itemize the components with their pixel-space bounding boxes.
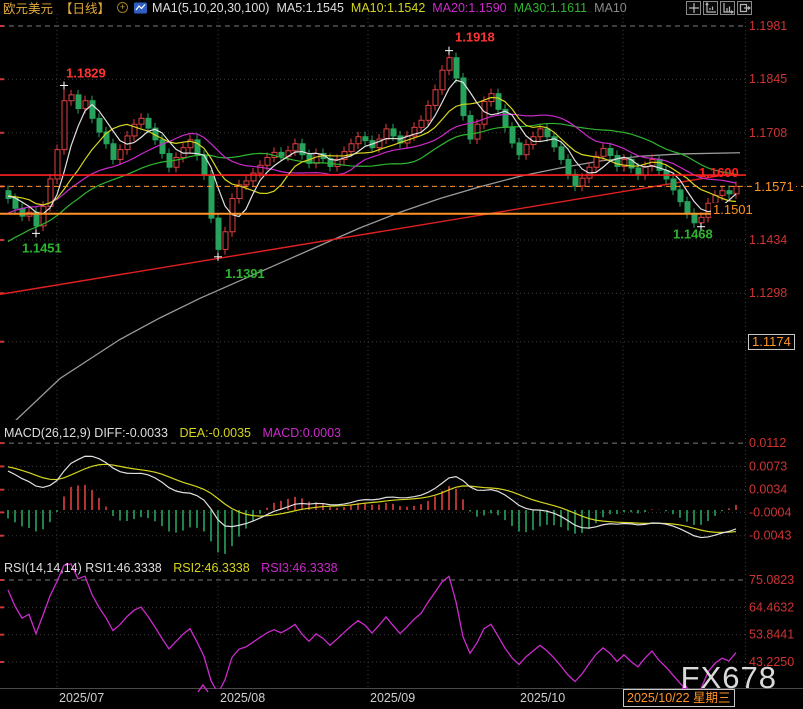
- ma5-value: MA5:1.1545: [276, 1, 343, 15]
- rsi-header: RSI(14,14,14) RSI1:46.3338 RSI2:46.3338 …: [4, 561, 346, 575]
- ma-settings-label: MA1(5,10,20,30,100): [152, 1, 269, 15]
- header-bar: 欧元美元 【日线】 + MA1(5,10,20,30,100) MA5:1.15…: [3, 0, 634, 15]
- svg-text:1.1981: 1.1981: [749, 19, 787, 33]
- chart-toolbar: [684, 1, 752, 15]
- svg-text:75.0823: 75.0823: [749, 573, 794, 587]
- detach-window-icon[interactable]: [737, 1, 752, 15]
- swing-label: 1.1468: [673, 227, 713, 242]
- rsi-line: [8, 564, 736, 696]
- svg-text:-0.0004: -0.0004: [749, 505, 791, 519]
- time-axis-label: 2025/07: [59, 691, 104, 705]
- ma10-value: MA10:1.1542: [351, 1, 425, 15]
- watermark: FX678: [681, 660, 777, 696]
- period-label[interactable]: 【日线】: [60, 0, 110, 17]
- support-level-label[interactable]: 1.1501: [711, 203, 755, 217]
- y-axis-scale-icon[interactable]: [703, 1, 718, 15]
- trendline: [0, 174, 728, 294]
- svg-text:0.0034: 0.0034: [749, 483, 787, 497]
- rsi-panel: [8, 564, 736, 696]
- rsi3-value: RSI3:46.3338: [261, 561, 337, 575]
- boxed-price-label[interactable]: 1.1174: [748, 334, 795, 350]
- svg-text:64.4632: 64.4632: [749, 600, 794, 614]
- ma100-label: MA10: [594, 1, 627, 15]
- macd-header: MACD(26,12,9) DIFF:-0.0033 DEA:-0.0035 M…: [4, 426, 349, 440]
- svg-text:1.1845: 1.1845: [749, 72, 787, 86]
- swing-label: 1.1391: [225, 266, 265, 281]
- symbol-name: 欧元美元: [3, 0, 53, 17]
- macd-title-diff: MACD(26,12,9) DIFF:-0.0033: [4, 426, 168, 440]
- chart-canvas[interactable]: 1.1829 1.1918 1.1451 1.1391 1.1468 1.1981 1.18…: [0, 0, 803, 709]
- price-panel: [0, 51, 740, 436]
- rsi1-value: RSI(14,14,14) RSI1:46.3338: [4, 561, 162, 575]
- add-indicator-icon[interactable]: +: [117, 2, 128, 13]
- svg-text:1.1708: 1.1708: [749, 126, 787, 140]
- candles-layer: [6, 51, 739, 257]
- swing-label: 1.1918: [455, 30, 495, 45]
- chart-app: 1.1829 1.1918 1.1451 1.1391 1.1468 1.1981 1.18…: [0, 0, 803, 709]
- swing-label: 1.1829: [66, 65, 106, 80]
- chart-type-icon[interactable]: [134, 2, 147, 14]
- current-price-label: 1.1571: [752, 180, 796, 194]
- macd-dea-value: DEA:-0.0035: [179, 426, 251, 440]
- time-axis-label: 2025/10: [520, 691, 565, 705]
- svg-text:1.1434: 1.1434: [749, 233, 787, 247]
- svg-text:0.0073: 0.0073: [749, 459, 787, 473]
- dea-line: [8, 464, 736, 532]
- svg-text:-0.0043: -0.0043: [749, 529, 791, 543]
- macd-panel: [8, 456, 736, 554]
- crosshair-icon[interactable]: [686, 1, 701, 15]
- time-axis-label: 2025/09: [370, 691, 415, 705]
- swing-label: 1.1451: [22, 240, 62, 255]
- diff-line: [8, 456, 736, 537]
- x-axis-scale-icon[interactable]: [720, 1, 735, 15]
- gridlines: [0, 14, 803, 689]
- macd-value: MACD:0.0003: [263, 426, 342, 440]
- svg-text:53.8441: 53.8441: [749, 628, 794, 642]
- svg-text:1.1298: 1.1298: [749, 286, 787, 300]
- time-axis-label: 2025/08: [220, 691, 265, 705]
- ma30-value: MA30:1.1611: [514, 1, 587, 15]
- resistance-level-label[interactable]: 1.1600: [699, 166, 739, 180]
- ma20-value: MA20:1.1590: [432, 1, 506, 15]
- svg-text:0.0112: 0.0112: [749, 436, 786, 450]
- rsi2-value: RSI2:46.3338: [173, 561, 249, 575]
